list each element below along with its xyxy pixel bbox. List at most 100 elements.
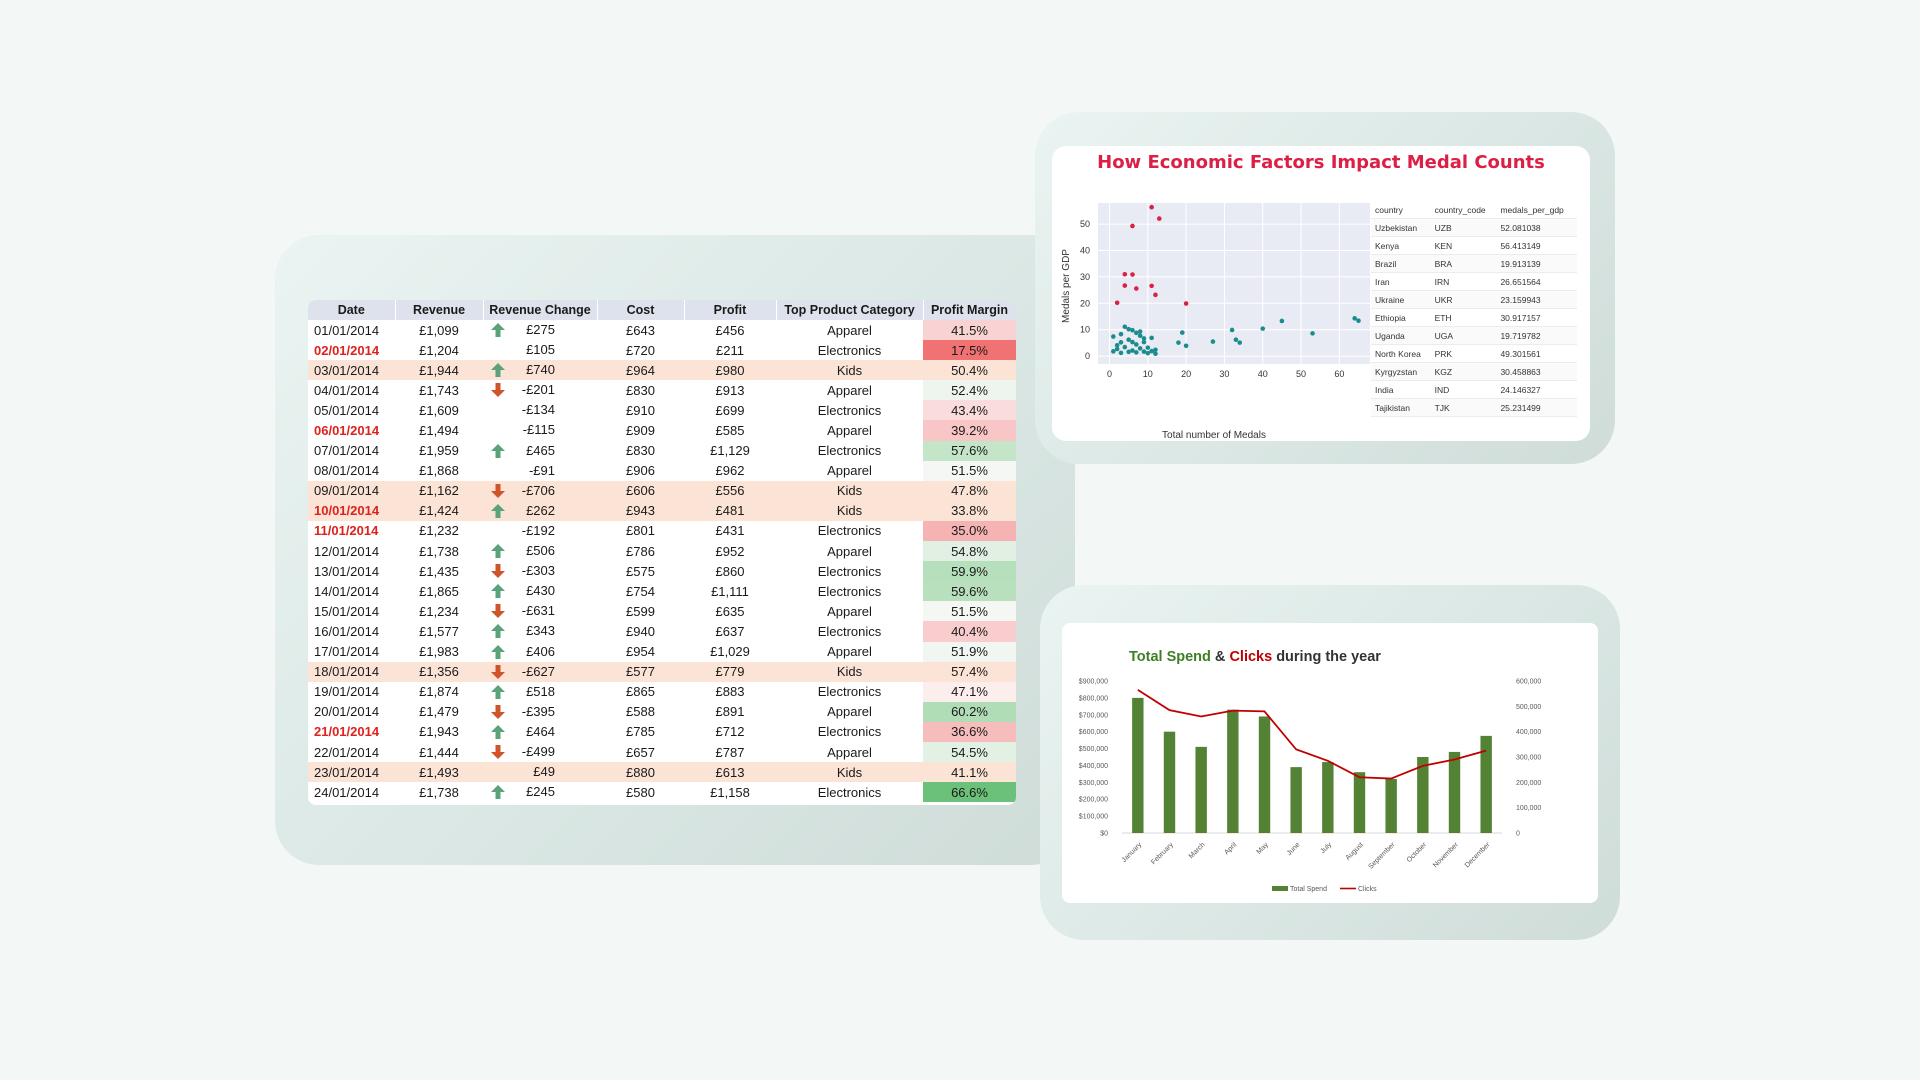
spend-category-label: December — [1464, 841, 1492, 869]
cost-cell: £643 — [626, 322, 655, 338]
spend-left-tick-label: $400,000 — [1079, 763, 1108, 770]
sales-table-card: Date Revenue Revenue Change Cost Profit … — [308, 300, 1016, 805]
cost-cell: £801 — [626, 523, 655, 539]
revenue-change-value: £740 — [526, 362, 555, 378]
revenue-change-value: -£499 — [521, 743, 555, 759]
spend-right-tick-label: 0 — [1516, 831, 1520, 838]
spend-bar — [1448, 751, 1461, 833]
category-cell: Electronics — [817, 523, 882, 539]
revenue-change-value: -£192 — [521, 522, 555, 538]
cost-cell: £754 — [626, 583, 655, 599]
profit-cell: £860 — [715, 563, 745, 579]
revenue-change-cell: £464 — [483, 722, 597, 742]
profit-margin-cell: 35.0% — [923, 520, 1016, 542]
arrow-up-icon — [491, 644, 505, 659]
cost-cell: £575 — [626, 563, 655, 579]
medals-table-row: Ethiopia ETH 30.917157 — [1371, 308, 1577, 327]
profit-margin-cell: 40.4% — [923, 621, 1016, 642]
profit-margin-cell: 43.4% — [923, 400, 1016, 421]
spend-right-tick-label: 400,000 — [1516, 729, 1541, 736]
revenue-cell: £1,743 — [419, 382, 459, 398]
date-cell: 13/01/2014 — [314, 563, 380, 579]
date-cell: 08/01/2014 — [314, 463, 380, 479]
scatter-point — [1153, 351, 1158, 357]
category-cell: Apparel — [827, 423, 872, 439]
medals-code-cell: PRK — [1430, 344, 1497, 363]
date-cell: 14/01/2014 — [314, 583, 380, 599]
category-cell: Kids — [776, 360, 923, 381]
revenue-cell: £1,435 — [419, 563, 459, 579]
revenue-cell: £1,099 — [419, 322, 459, 338]
revenue-change-cell: £275 — [483, 320, 597, 340]
revenue-change-cell: £245 — [483, 782, 597, 802]
category-cell: Apparel — [827, 603, 872, 619]
profit-cell: £1,129 — [710, 443, 750, 459]
revenue-change-cell: -£631 — [483, 601, 597, 621]
scatter-point — [1310, 331, 1315, 336]
scatter-point — [1210, 339, 1216, 344]
table-row: 18/01/2014 £1,356 -£627 £577 £779 Kids 57.4% — [308, 661, 1016, 682]
scatter-point — [1134, 286, 1139, 291]
category-cell: Electronics — [817, 684, 882, 700]
revenue-change-cell: -£115 — [483, 420, 597, 440]
revenue-change-cell: £49 — [483, 762, 597, 783]
arrow-up-icon — [491, 443, 505, 458]
scatter-x-tick-label: 0 — [1107, 369, 1112, 379]
date-cell: 19/01/2014 — [314, 684, 380, 700]
cost-cell: £865 — [626, 684, 655, 700]
profit-cell: £980 — [684, 360, 776, 381]
cost-cell: £657 — [626, 744, 655, 760]
revenue-change-cell: £430 — [483, 581, 597, 601]
medals-header-country: country — [1371, 201, 1431, 219]
legend-total-spend-swatch — [1272, 886, 1288, 891]
revenue-change-cell: £506 — [483, 541, 597, 561]
revenue-cell: £1,444 — [419, 744, 459, 760]
scatter-point — [1183, 301, 1189, 306]
cost-cell: £599 — [626, 603, 655, 619]
revenue-change-cell: -£201 — [483, 380, 597, 400]
profit-margin-cell: 47.1% — [923, 681, 1016, 702]
cost-cell: £880 — [597, 762, 684, 783]
scatter-point — [1356, 318, 1361, 324]
scatter-point — [1130, 223, 1135, 229]
revenue-change-value: £343 — [526, 623, 555, 639]
scatter-x-axis-label: Total number of Medals — [1162, 430, 1266, 441]
scatter-title: How Economic Factors Impact Medal Counts — [1097, 152, 1545, 173]
medals-per-gdp-cell: 19.913139 — [1496, 254, 1577, 273]
spend-left-tick-label: $200,000 — [1079, 797, 1108, 804]
medals-code-cell: IRN — [1430, 272, 1497, 291]
cost-cell: £785 — [626, 724, 655, 740]
spend-left-tick-label: $100,000 — [1079, 814, 1108, 821]
spend-category-label: November — [1432, 841, 1460, 869]
arrow-up-icon — [491, 503, 505, 518]
date-cell: 07/01/2014 — [314, 443, 380, 459]
revenue-change-value: £49 — [533, 764, 555, 780]
scatter-point — [1279, 318, 1285, 324]
spend-right-tick-label: 100,000 — [1516, 805, 1541, 812]
table-row: 14/01/2014 £1,865 £430 £754 £1,111 Electronic… — [308, 581, 1016, 602]
medals-data-table: country country_code medals_per_gdp Uzbe… — [1371, 201, 1577, 417]
spend-clicks-card: Total Spend & Clicks during the year $0 $… — [1062, 623, 1598, 903]
arrow-down-icon — [491, 604, 505, 619]
revenue-change-cell: -£627 — [483, 661, 597, 682]
medals-table-row: Uzbekistan UZB 52.081038 — [1371, 218, 1577, 237]
scatter-point — [1149, 204, 1154, 210]
scatter-x-tick-label: 60 — [1334, 369, 1344, 379]
scatter-point — [1114, 346, 1120, 352]
revenue-cell: £1,983 — [419, 644, 459, 660]
medals-code-cell: BRA — [1430, 254, 1497, 273]
medals-per-gdp-cell: 49.301561 — [1496, 344, 1577, 363]
table-row: 20/01/2014 £1,479 -£395 £588 £891 Apparel 60.2… — [308, 701, 1016, 722]
spend-bar — [1322, 762, 1334, 833]
revenue-change-value: -£91 — [528, 462, 555, 478]
scatter-y-tick-label: 0 — [1085, 351, 1090, 361]
spend-category-label: June — [1286, 841, 1302, 857]
revenue-change-cell: £740 — [483, 360, 597, 381]
medals-code-cell: IND — [1430, 380, 1497, 399]
revenue-change-value: -£395 — [521, 703, 555, 719]
revenue-change-cell: -£91 — [483, 461, 597, 481]
revenue-cell: £1,479 — [419, 704, 459, 720]
revenue-change-cell: -£303 — [483, 561, 597, 581]
table-row: 04/01/2014 £1,743 -£201 £830 £913 Apparel 52.4… — [308, 380, 1016, 401]
revenue-change-value: £245 — [526, 784, 555, 800]
